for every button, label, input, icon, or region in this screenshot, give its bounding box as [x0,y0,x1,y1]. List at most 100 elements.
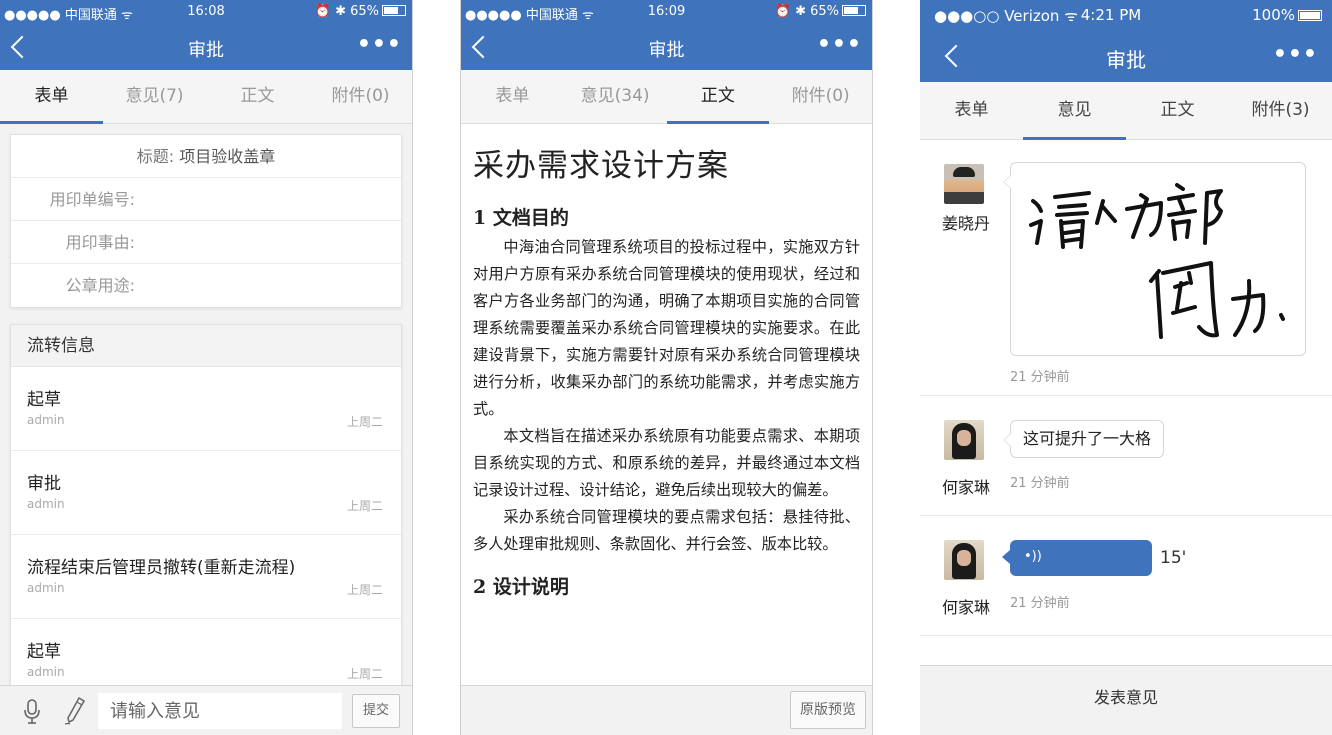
document-bottom-bar: 原版预览 [461,685,872,735]
status-bar: ●●●○○ Verizon ᯤ 4:21 PM 100% [920,0,1332,30]
comment-time: 21 分钟前 [1010,596,1070,611]
screenshot-canvas: ●●●●● 中国联通 ᯤ 16:08 ⏰ ✱ 65% 审批 ••• 表单 意见(… [0,0,1332,735]
tab-opinions[interactable]: 意见(7) [103,70,206,123]
comment-list: 姜晓丹 21 分钟前 何家琳 这可提升了一大格 21 分钟前 何家琳 •)) 1… [920,140,1332,665]
form-field-seal-usage[interactable]: 公章用途: [11,264,401,307]
phone-form-screen: ●●●●● 中国联通 ᯤ 16:08 ⏰ ✱ 65% 审批 ••• 表单 意见(… [0,0,413,735]
form-card: 标题: 项目验收盖章 用印单编号: 用印事由: 公章用途: [10,134,402,308]
tab-body[interactable]: 正文 [206,70,309,123]
original-preview-button[interactable]: 原版预览 [790,691,866,729]
flow-step-time: 上周二 [346,667,383,681]
status-bar: ●●●●● 中国联通 ᯤ 16:08 ⏰ ✱ 65% [0,0,412,24]
battery-icon [842,5,866,16]
flow-step-name: 起草 [27,390,61,410]
alarm-bluetooth-icon: ⏰ ✱ [314,4,351,19]
page-title: 审批 [188,40,224,61]
tab-form[interactable]: 表单 [0,70,103,124]
handwriting-signature [1029,183,1285,339]
flow-heading: 流转信息 [11,325,401,367]
tab-attachments[interactable]: 附件(0) [769,70,872,123]
document-paragraph: 中海油合同管理系统项目的投标过程中，实施双方针对用户方原有采办系统合同管理模块的… [473,238,860,418]
avatar[interactable] [944,540,984,580]
sound-wave-icon: •)) [1024,549,1042,564]
nav-bar: 审批 ••• [461,24,872,70]
status-right: 100% [1252,6,1322,24]
battery-percent: 65% [350,4,379,19]
flow-step-user: admin [27,497,65,511]
opinion-input[interactable] [98,693,342,729]
tab-form[interactable]: 表单 [461,70,564,123]
tab-form[interactable]: 表单 [920,82,1023,139]
comment-time: 21 分钟前 [1010,476,1070,491]
flow-step-user: admin [27,665,65,679]
opinion-bar: 提交 [0,685,412,735]
tab-body[interactable]: 正文 [1126,82,1229,139]
tab-opinions[interactable]: 意见(34) [564,70,667,123]
more-icon[interactable]: ••• [357,32,402,57]
section-heading: 1 文档目的 [473,207,569,229]
battery-percent: 65% [810,4,839,19]
tab-bar: 表单 意见(34) 正文 附件(0) [461,70,872,124]
pencil-icon[interactable] [63,696,87,726]
status-right: ⏰ ✱ 65% [775,4,866,19]
form-title-value: 项目验收盖章 [179,147,276,166]
flow-step-name: 起草 [27,642,61,662]
avatar[interactable] [944,420,984,460]
more-icon[interactable]: ••• [817,32,862,57]
tab-body[interactable]: 正文 [666,70,770,124]
section-heading: 2 设计说明 [473,576,569,598]
status-right: ⏰ ✱ 65% [315,4,406,19]
more-icon[interactable]: ••• [1273,42,1318,67]
nav-bar: 审批 ••• [0,24,412,70]
tab-bar: 表单 意见(7) 正文 附件(0) [0,70,412,124]
avatar[interactable] [944,164,984,204]
phone-document-screen: ●●●●● 中国联通 ᯤ 16:09 ⏰ ✱ 65% 审批 ••• 表单 意见(… [460,0,873,735]
field-label: 公章用途: [65,276,135,295]
handwriting-bubble[interactable] [1003,162,1306,356]
voice-message-bubble[interactable]: •)) [1002,540,1152,576]
battery-percent: 100% [1252,6,1295,24]
flow-step-time: 上周二 [346,499,383,513]
comment-item: 何家琳 这可提升了一大格 21 分钟前 [920,396,1332,516]
flow-step-user: admin [27,413,65,427]
flow-item[interactable]: 起草 admin 上周二 [11,367,401,451]
form-field-seal-number[interactable]: 用印单编号: [11,178,401,221]
flow-item[interactable]: 审批 admin 上周二 [11,451,401,535]
phone-opinions-screen: ●●●○○ Verizon ᯤ 4:21 PM 100% 审批 ••• 表单 意… [920,0,1332,735]
battery-icon [382,5,406,16]
comment-time: 21 分钟前 [1010,370,1070,385]
tab-opinions[interactable]: 意见 [1023,82,1126,140]
voice-duration: 15' [1160,548,1187,568]
status-bar: ●●●●● 中国联通 ᯤ 16:09 ⏰ ✱ 65% [461,0,872,24]
document-paragraph: 本文档旨在描述采办系统原有功能要点需求、本期项目系统实现的方式、和原系统的差异，… [473,427,860,499]
comment-item: 姜晓丹 21 分钟前 [920,140,1332,396]
flow-step-name: 流程结束后管理员撤转(重新走流程) [27,558,296,578]
form-field-seal-reason[interactable]: 用印事由: [11,221,401,264]
tab-attachments[interactable]: 附件(0) [309,70,412,123]
page-title: 审批 [1106,48,1146,72]
publish-opinion-button[interactable]: 发表意见 [1094,666,1158,730]
flow-item[interactable]: 流程结束后管理员撤转(重新走流程) admin 上周二 [11,535,401,619]
form-title-label: 标题: [136,147,175,166]
alarm-bluetooth-icon: ⏰ ✱ [774,4,811,19]
page-title: 审批 [648,40,685,61]
flow-step-user: admin [27,581,65,595]
text-bubble[interactable]: 这可提升了一大格 [1002,420,1165,458]
microphone-icon[interactable] [22,698,42,726]
flow-card: 流转信息 起草 admin 上周二 审批 admin 上周二 流程结束后管理员撤… [10,324,402,704]
tab-attachments[interactable]: 附件(3) [1229,82,1332,139]
comment-item: 何家琳 •)) 15' 21 分钟前 [920,516,1332,636]
publish-bar: 发表意见 [920,665,1332,735]
commenter-name: 姜晓丹 [941,214,990,233]
battery-icon [1298,10,1322,21]
flow-step-time: 上周二 [346,415,383,429]
document-paragraph: 采办系统合同管理模块的要点需求包括：悬挂待批、多人处理审批规则、条款固化、并行会… [473,508,860,553]
field-label: 用印事由: [65,233,135,252]
form-title-row: 标题: 项目验收盖章 [11,135,401,178]
commenter-name: 何家琳 [941,598,990,617]
submit-button[interactable]: 提交 [352,694,400,728]
flow-step-name: 审批 [27,474,61,494]
field-label: 用印单编号: [49,190,135,209]
nav-bar: 审批 ••• [920,30,1332,82]
commenter-name: 何家琳 [941,478,990,497]
